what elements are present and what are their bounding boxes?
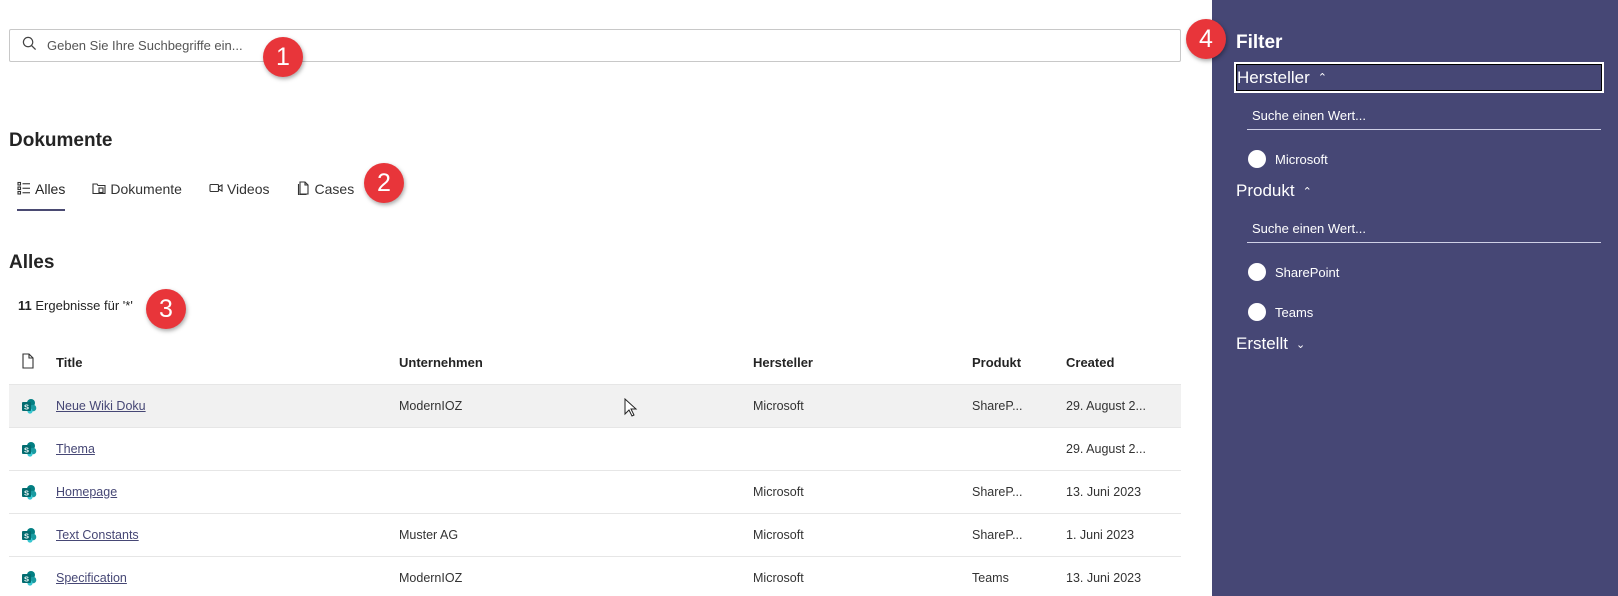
table-row[interactable]: S Text Constants Muster AG Microsoft Sha…: [9, 512, 1181, 556]
vendor-value-search[interactable]: [1247, 102, 1601, 130]
tab-label: Videos: [226, 181, 270, 197]
filter-group-created[interactable]: Erstellt ⌄: [1236, 334, 1305, 354]
option-label: SharePoint: [1275, 264, 1340, 280]
result-title-link[interactable]: Thema: [56, 442, 95, 456]
tab-cases[interactable]: Cases: [297, 175, 355, 203]
callout-badge-2: 2: [364, 163, 404, 203]
result-title-link[interactable]: Neue Wiki Doku: [56, 399, 146, 413]
chevron-down-icon: ⌄: [1295, 338, 1306, 351]
option-label: Microsoft: [1275, 151, 1328, 167]
filter-option-microsoft[interactable]: Microsoft: [1248, 150, 1328, 168]
filter-group-label: Produkt: [1236, 181, 1295, 200]
video-icon: [209, 181, 227, 198]
filter-option-teams[interactable]: Teams: [1248, 303, 1313, 321]
case-icon: [297, 180, 315, 198]
search-box[interactable]: [9, 29, 1181, 62]
tab-label: Alles: [35, 181, 66, 197]
table-row[interactable]: S Neue Wiki Doku ModernIOZ Microsoft Sha…: [9, 383, 1181, 427]
filter-title: Filter: [1236, 32, 1283, 53]
filter-group-vendor[interactable]: Hersteller ⌃: [1234, 62, 1604, 93]
mouse-cursor-icon: [624, 397, 638, 423]
product-value-search[interactable]: [1247, 215, 1601, 243]
cell-product: [972, 426, 1066, 470]
cell-created: 29. August 2...: [1066, 426, 1181, 470]
svg-text:S: S: [24, 402, 29, 411]
svg-text:S: S: [24, 531, 29, 540]
result-title-link[interactable]: Homepage: [56, 485, 117, 499]
table-row[interactable]: S Thema 29. August 2...: [9, 426, 1181, 470]
cell-company: Muster AG: [399, 512, 753, 556]
sharepoint-file-icon: S: [9, 512, 56, 556]
cell-vendor: Microsoft: [753, 469, 972, 513]
file-icon: [21, 353, 35, 372]
cell-product: ShareP...: [972, 512, 1066, 556]
tab-bar: Alles Dokumente Videos Cases: [17, 175, 381, 211]
column-header-title[interactable]: Title: [56, 341, 399, 384]
filter-panel: Filter Hersteller ⌃ Microsoft Produkt ⌃ …: [1212, 0, 1618, 596]
column-header-product[interactable]: Produkt: [972, 341, 1066, 384]
cell-company: ModernIOZ: [399, 555, 753, 596]
cell-vendor: [753, 426, 972, 470]
cell-created: 29. August 2...: [1066, 383, 1181, 427]
radio-button[interactable]: [1248, 263, 1266, 281]
vertical-title: Dokumente: [9, 130, 113, 151]
cell-product: ShareP...: [972, 383, 1066, 427]
cell-company: [399, 469, 753, 513]
callout-badge-1: 1: [263, 37, 303, 77]
table-header-row: Title Unternehmen Hersteller Produkt Cre…: [9, 341, 1181, 384]
results-table: Title Unternehmen Hersteller Produkt Cre…: [9, 341, 1181, 596]
tab-label: Cases: [314, 181, 355, 197]
filter-group-label: Erstellt: [1236, 334, 1288, 353]
cell-created: 13. Juni 2023: [1066, 469, 1181, 513]
documents-icon: [92, 181, 110, 198]
cell-created: 1. Juni 2023: [1066, 512, 1181, 556]
filter-option-sharepoint[interactable]: SharePoint: [1248, 263, 1339, 281]
radio-button[interactable]: [1248, 303, 1266, 321]
results-count: 11 Ergebnisse für '*': [18, 298, 133, 313]
column-header-company[interactable]: Unternehmen: [399, 341, 753, 384]
table-row[interactable]: S Homepage Microsoft ShareP... 13. Juni …: [9, 469, 1181, 513]
filter-group-product[interactable]: Produkt ⌃: [1236, 181, 1312, 201]
cell-vendor: Microsoft: [753, 555, 972, 596]
svg-text:S: S: [24, 445, 29, 454]
filter-group-label: Hersteller: [1237, 67, 1310, 87]
cell-vendor: Microsoft: [753, 383, 972, 427]
svg-text:S: S: [24, 574, 29, 583]
cell-product: Teams: [972, 555, 1066, 596]
svg-text:S: S: [24, 488, 29, 497]
search-input[interactable]: [47, 38, 1147, 53]
sharepoint-file-icon: S: [9, 469, 56, 513]
table-row[interactable]: S Specification ModernIOZ Microsoft Team…: [9, 555, 1181, 596]
sharepoint-file-icon: S: [9, 555, 56, 596]
chevron-up-icon: ⌃: [1302, 185, 1312, 198]
cell-company: [399, 426, 753, 470]
cell-created: 13. Juni 2023: [1066, 555, 1181, 596]
search-icon: [22, 36, 37, 56]
tab-dokumente[interactable]: Dokumente: [92, 175, 182, 203]
sharepoint-file-icon: S: [9, 426, 56, 470]
results-count-number: 11: [18, 298, 32, 313]
results-count-text: Ergebnisse für '*': [31, 298, 133, 313]
sharepoint-file-icon: S: [9, 383, 56, 427]
callout-badge-4: 4: [1186, 19, 1226, 59]
results-title: Alles: [9, 252, 55, 273]
tab-videos[interactable]: Videos: [209, 175, 270, 203]
callout-badge-3: 3: [146, 289, 186, 329]
column-header-created[interactable]: Created: [1066, 341, 1181, 384]
result-title-link[interactable]: Text Constants: [56, 528, 139, 542]
list-icon: [17, 181, 35, 198]
chevron-up-icon: ⌃: [1317, 72, 1327, 84]
cell-vendor: Microsoft: [753, 512, 972, 556]
radio-button[interactable]: [1248, 150, 1266, 168]
cell-product: ShareP...: [972, 469, 1066, 513]
tab-alles[interactable]: Alles: [17, 175, 66, 211]
tab-label: Dokumente: [110, 181, 182, 197]
option-label: Teams: [1275, 304, 1314, 320]
column-header-vendor[interactable]: Hersteller: [753, 341, 972, 384]
result-title-link[interactable]: Specification: [56, 571, 127, 585]
file-type-header[interactable]: [9, 341, 56, 384]
cell-company: ModernIOZ: [399, 383, 753, 427]
